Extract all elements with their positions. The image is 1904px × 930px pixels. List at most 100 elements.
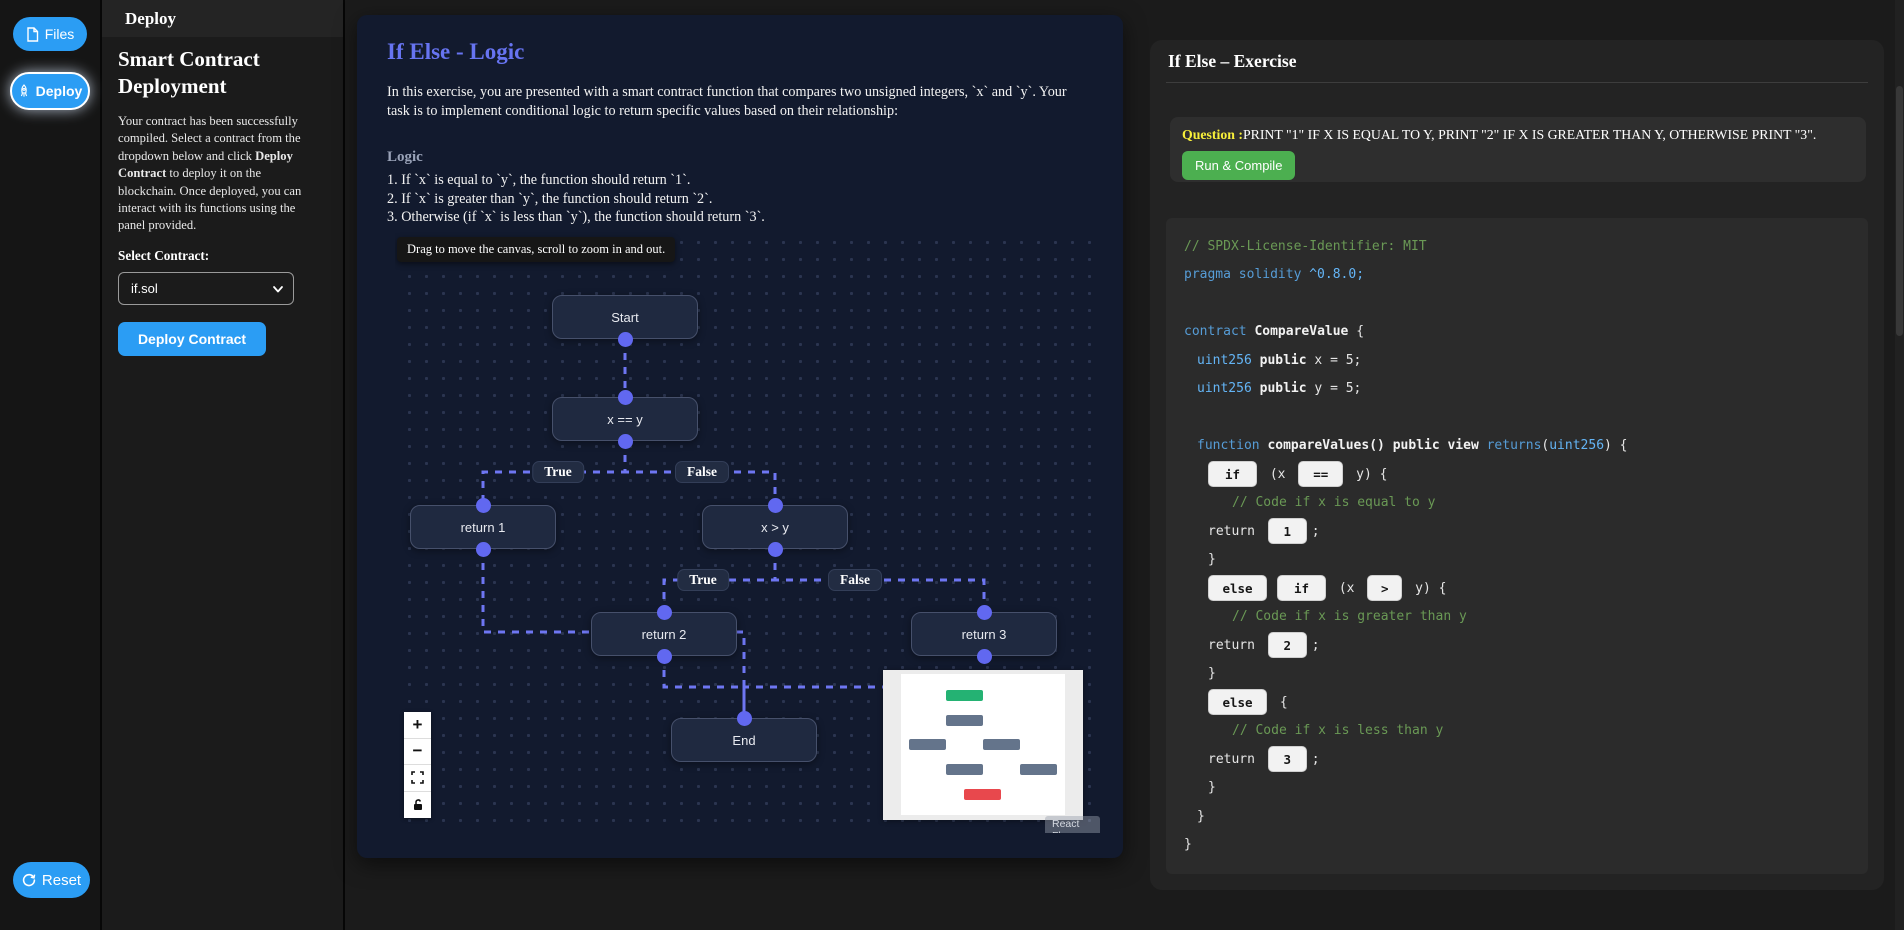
code-line: contract CompareValue { [1184,318,1850,347]
code-token: } [1197,809,1205,824]
flow-handle[interactable] [977,649,992,664]
code-token: { [1356,324,1364,339]
deploy-button-active[interactable]: Deploy [10,72,90,110]
fit-view-button[interactable] [404,765,431,792]
code-blank-input[interactable]: else [1208,575,1267,601]
code-token: (x [1262,467,1293,482]
zoom-out-button[interactable]: − [404,739,431,766]
rocket-icon [18,84,30,98]
code-blank-input[interactable]: else [1208,689,1267,715]
code-line: } [1184,831,1850,860]
flow-handle[interactable] [618,434,633,449]
flow-handle[interactable] [657,649,672,664]
select-contract-label: Select Contract: [118,248,327,264]
code-blank-input[interactable]: 1 [1268,518,1307,544]
question-text: PRINT "1" IF X IS EQUAL TO Y, PRINT "2" … [1243,127,1816,142]
lock-open-icon [412,798,424,811]
flow-handle[interactable] [618,390,633,405]
logic-rule-item: Otherwise (if `x` is less than `y`), the… [387,208,765,227]
flow-handle[interactable] [476,498,491,513]
window-scrollbar-thumb[interactable] [1896,86,1903,336]
code-token: uint256 [1197,381,1260,396]
code-line: uint256 public x = 5; [1184,346,1850,375]
code-token: public [1260,381,1315,396]
logic-intro-text: In this exercise, you are presented with… [387,83,1093,120]
deploy-panel-description: Your contract has been successfully comp… [118,113,302,235]
code-exercise-panel: If Else – Exercise Question :PRINT "1" I… [1150,40,1884,890]
flow-handle[interactable] [476,542,491,557]
reset-button-label: Reset [42,872,81,889]
code-blank-input[interactable]: > [1367,575,1402,601]
minimap-node-x-eq-y [946,715,983,726]
window-scrollbar-track[interactable] [1895,0,1904,930]
code-blank-input[interactable]: if [1277,575,1326,601]
minimap-node-return-2 [946,764,983,775]
code-blank-input[interactable]: if [1208,461,1257,487]
code-token: { [1272,695,1288,710]
code-line: } [1184,802,1850,831]
question-label: Question : [1182,127,1243,142]
flow-handle[interactable] [657,605,672,620]
deploy-panel: Deploy Smart Contract Deployment Your co… [102,0,345,930]
reactflow-attribution: React Flow [1045,816,1100,833]
logic-rule-list: If `x` is equal to `y`, the function sho… [387,171,765,227]
reset-button[interactable]: Reset [13,862,90,898]
edge-label-true: True [532,461,584,483]
flow-handle[interactable] [737,711,752,726]
code-token: compareValues() [1267,438,1392,453]
flow-handle[interactable] [768,498,783,513]
flow-minimap[interactable] [883,670,1083,820]
code-token: public view [1393,438,1487,453]
files-button-label: Files [45,26,75,42]
minimap-node-start [946,690,983,701]
run-compile-button[interactable]: Run & Compile [1182,151,1295,180]
code-line [1184,403,1850,432]
edge-label-false: False [828,569,882,591]
logic-panel-title: If Else - Logic [387,39,524,65]
contract-select[interactable]: if.sol [118,272,294,305]
code-token: ; [1312,524,1320,539]
code-line [1184,289,1850,318]
flow-handle[interactable] [977,605,992,620]
title-divider [1166,82,1868,83]
logic-exercise-panel: If Else - Logic In this exercise, you ar… [357,15,1123,858]
exercise-title: If Else – Exercise [1168,51,1296,72]
code-token: } [1184,837,1192,852]
code-line: return 1; [1184,517,1850,546]
code-line: if (x == y) { [1184,460,1850,489]
code-blank-input[interactable]: == [1298,461,1343,487]
deploy-contract-button[interactable]: Deploy Contract [118,322,266,356]
code-token: } [1208,780,1216,795]
code-blank-input[interactable]: 2 [1268,632,1307,658]
code-line: uint256 public y = 5; [1184,375,1850,404]
minimap-node-return-1 [909,739,946,750]
code-token: returns [1487,438,1542,453]
flowchart-canvas[interactable]: Drag to move the canvas, scroll to zoom … [395,228,1100,833]
deploy-panel-content: Smart Contract Deployment Your contract … [102,46,343,356]
deploy-panel-title: Smart Contract Deployment [118,46,298,100]
flow-handle[interactable] [768,542,783,557]
deploy-panel-header: Deploy [102,0,343,37]
code-token: } [1208,666,1216,681]
code-token: ; [1312,752,1320,767]
question-box: Question :PRINT "1" IF X IS EQUAL TO Y, … [1170,117,1866,182]
code-editor: // SPDX-License-Identifier: MITpragma so… [1166,218,1868,874]
flow-handle[interactable] [618,332,633,347]
code-token: ) { [1604,438,1627,453]
code-blank-input[interactable]: 3 [1268,746,1307,772]
app-root: { "colors": { "accent_blue": "#2b9df4", … [0,0,1904,930]
code-token: CompareValue [1254,324,1356,339]
code-line: } [1184,546,1850,575]
code-token: return [1208,752,1263,767]
minimap-node-x-gt-y [983,739,1020,750]
lock-button[interactable] [404,792,431,819]
code-token: y = 5; [1314,381,1361,396]
code-token: y) { [1407,581,1446,596]
logic-rule-item: If `x` is greater than `y`, the function… [387,190,765,209]
reset-icon [22,873,36,887]
code-token: return [1208,638,1263,653]
code-token: public [1260,353,1315,368]
zoom-in-button[interactable]: + [404,712,431,739]
files-button[interactable]: Files [13,17,87,51]
code-token: ; [1312,638,1320,653]
